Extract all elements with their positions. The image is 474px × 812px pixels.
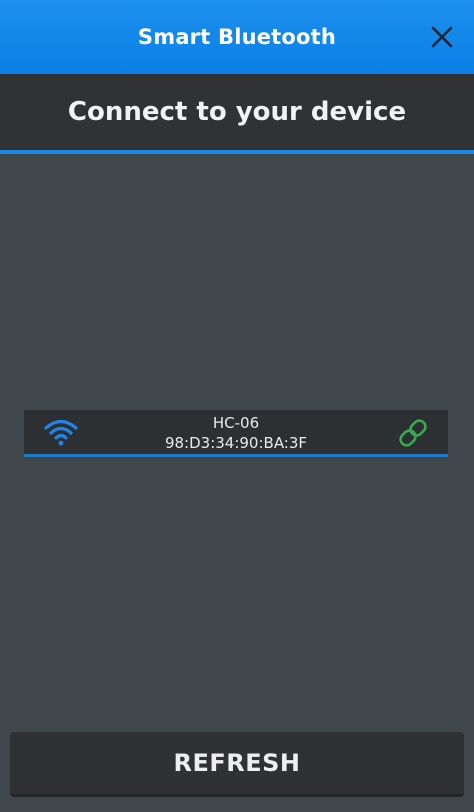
app-title: Smart Bluetooth — [137, 25, 337, 49]
refresh-button[interactable]: REFRESH — [10, 732, 464, 797]
refresh-button-label: REFRESH — [173, 749, 301, 777]
title-bar: Smart Bluetooth — [0, 0, 474, 74]
link-icon[interactable] — [396, 416, 430, 450]
device-info: HC-06 98:D3:34:90:BA:3F — [104, 413, 368, 453]
device-list-item[interactable]: HC-06 98:D3:34:90:BA:3F — [24, 410, 448, 457]
page-header: Connect to your device — [0, 74, 474, 154]
device-name: HC-06 — [212, 414, 260, 432]
wifi-signal-icon — [44, 418, 78, 446]
page-title: Connect to your device — [67, 97, 407, 127]
app-window: Smart Bluetooth Connect to your device H… — [0, 0, 474, 812]
device-mac-address: 98:D3:34:90:BA:3F — [164, 434, 308, 452]
close-icon[interactable] — [430, 25, 454, 49]
